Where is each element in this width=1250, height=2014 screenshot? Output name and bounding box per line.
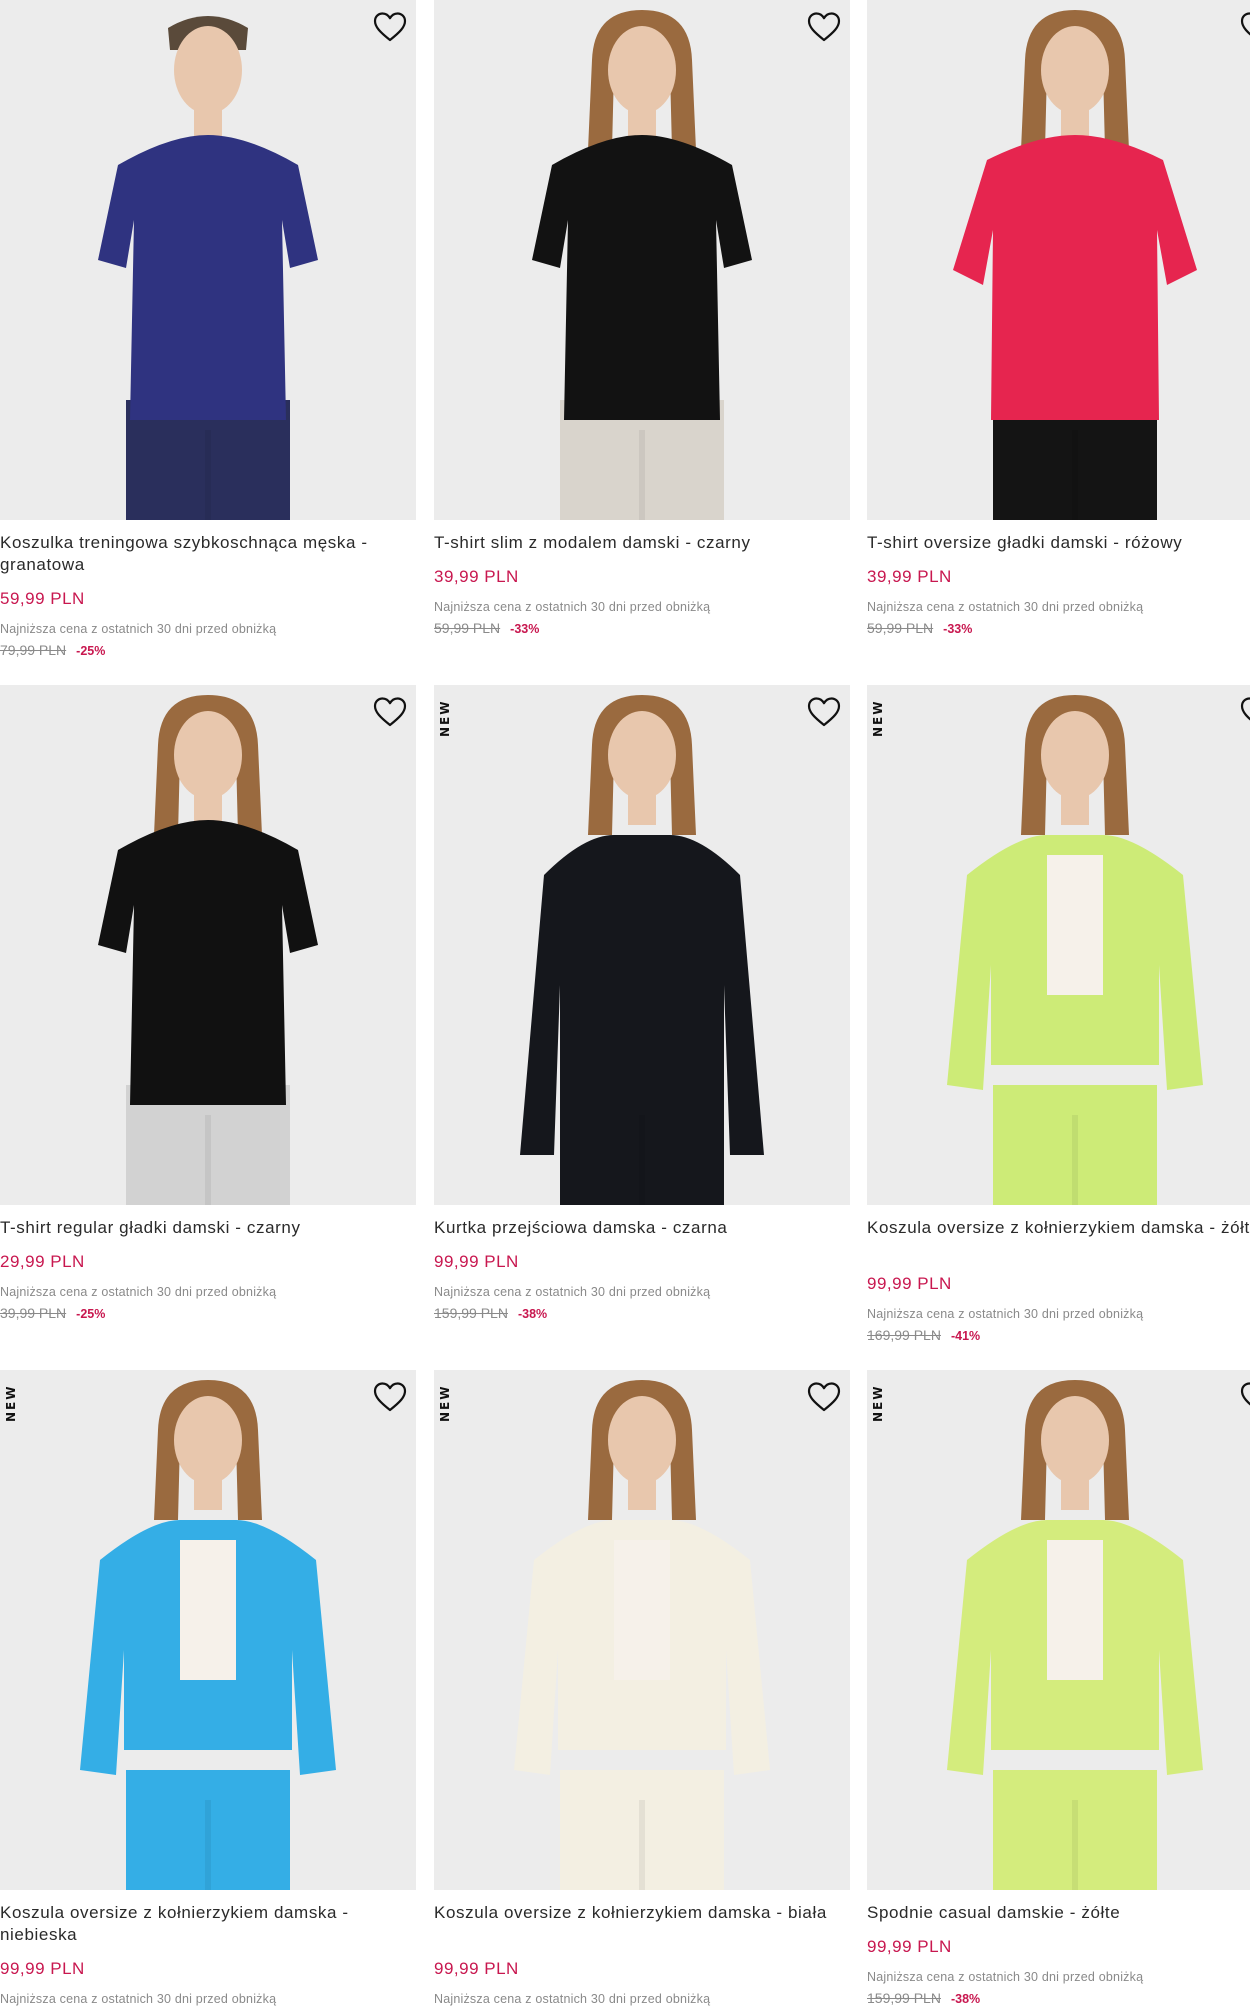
old-price-row: 59,99 PLN -33% xyxy=(434,620,539,636)
lowest-price-note: Najniższa cena z ostatnich 30 dni przed … xyxy=(0,622,277,636)
lowest-price-note: Najniższa cena z ostatnich 30 dni przed … xyxy=(867,1970,1144,1984)
lowest-price-note: Najniższa cena z ostatnich 30 dni przed … xyxy=(434,1285,711,1299)
heart-icon[interactable] xyxy=(1239,10,1250,44)
lowest-price-note: Najniższa cena z ostatnich 30 dni przed … xyxy=(867,1307,1144,1321)
product-title[interactable]: Spodnie casual damskie - żółte xyxy=(867,1902,1250,1924)
product-image[interactable]: NEW xyxy=(434,685,850,1205)
discount-badge: -25% xyxy=(76,1307,106,1321)
product-title[interactable]: T-shirt oversize gładki damski - różowy xyxy=(867,532,1250,554)
product-image[interactable]: NEW xyxy=(867,685,1250,1205)
old-price: 159,99 PLN xyxy=(867,1990,941,2006)
product-card[interactable]: NEW Spodnie casual damskie - żółte 99,99 P… xyxy=(867,1370,1250,2014)
old-price: 59,99 PLN xyxy=(867,620,934,636)
old-price-row: 59,99 PLN -33% xyxy=(867,620,972,636)
product-card[interactable]: NEW Koszula oversize z kołnierzykiem dams… xyxy=(434,1370,850,2014)
product-price: 99,99 PLN xyxy=(434,1252,519,1271)
heart-icon[interactable] xyxy=(806,10,842,44)
product-price: 29,99 PLN xyxy=(0,1252,85,1271)
product-image[interactable] xyxy=(0,0,416,520)
product-card[interactable]: T-shirt slim z modalem damski - czarny 39… xyxy=(434,0,850,685)
product-image[interactable] xyxy=(434,0,850,520)
lowest-price-note: Najniższa cena z ostatnich 30 dni przed … xyxy=(867,600,1144,614)
new-badge: NEW xyxy=(871,699,885,737)
heart-icon[interactable] xyxy=(372,1380,408,1414)
discount-badge: -38% xyxy=(950,1992,981,2006)
lowest-price-note: Najniższa cena z ostatnich 30 dni przed … xyxy=(434,1992,711,2006)
old-price-row: 159,99 PLN -38% xyxy=(434,1305,547,1321)
product-card[interactable]: Koszulka treningowa szybkoschnąca męska … xyxy=(0,0,416,685)
product-title[interactable]: Koszula oversize z kołnierzykiem damska … xyxy=(867,1217,1250,1239)
heart-icon[interactable] xyxy=(1239,695,1250,729)
product-title[interactable]: Kurtka przejściowa damska - czarna xyxy=(434,1217,844,1239)
discount-badge: -33% xyxy=(943,622,973,636)
product-price: 39,99 PLN xyxy=(434,567,519,586)
heart-icon[interactable] xyxy=(1239,1380,1250,1414)
product-title[interactable]: Koszula oversize z kołnierzykiem damska … xyxy=(0,1902,410,1946)
product-price: 99,99 PLN xyxy=(867,1274,952,1293)
discount-badge: -38% xyxy=(517,1307,548,1321)
heart-icon[interactable] xyxy=(372,10,408,44)
discount-badge: -33% xyxy=(510,622,540,636)
lowest-price-note: Najniższa cena z ostatnich 30 dni przed … xyxy=(0,1285,277,1299)
product-card[interactable]: NEW Koszula oversize z kołnierzykiem dams… xyxy=(0,1370,416,2014)
product-card[interactable]: T-shirt regular gładki damski - czarny 29… xyxy=(0,685,416,1370)
product-grid: Koszulka treningowa szybkoschnąca męska … xyxy=(0,0,1250,2014)
product-title[interactable]: T-shirt slim z modalem damski - czarny xyxy=(434,532,844,554)
discount-badge: -25% xyxy=(76,644,106,658)
heart-icon[interactable] xyxy=(806,695,842,729)
old-price: 159,99 PLN xyxy=(434,1305,508,1321)
new-badge: NEW xyxy=(871,1384,885,1422)
heart-icon[interactable] xyxy=(372,695,408,729)
product-card[interactable]: NEW Koszula oversize z kołnierzykiem dams… xyxy=(867,685,1250,1370)
product-card[interactable]: T-shirt oversize gładki damski - różowy 3… xyxy=(867,0,1250,685)
lowest-price-note: Najniższa cena z ostatnich 30 dni przed … xyxy=(0,1992,277,2006)
product-price: 59,99 PLN xyxy=(0,589,85,608)
product-title[interactable]: Koszula oversize z kołnierzykiem damska … xyxy=(434,1902,844,1924)
product-image[interactable]: NEW xyxy=(0,1370,416,1890)
new-badge: NEW xyxy=(438,1384,452,1422)
old-price-row: 79,99 PLN -25% xyxy=(0,642,105,658)
product-price: 99,99 PLN xyxy=(434,1959,519,1978)
old-price-row: 159,99 PLN -38% xyxy=(867,1990,980,2006)
product-image[interactable]: NEW xyxy=(867,1370,1250,1890)
product-image[interactable] xyxy=(0,685,416,1205)
product-image[interactable] xyxy=(867,0,1250,520)
heart-icon[interactable] xyxy=(806,1380,842,1414)
product-price: 39,99 PLN xyxy=(867,567,952,586)
old-price: 79,99 PLN xyxy=(0,642,67,658)
product-card[interactable]: NEW Kurtka przejściowa damska - czarna 99,… xyxy=(434,685,850,1370)
product-title[interactable]: Koszulka treningowa szybkoschnąca męska … xyxy=(0,532,410,576)
new-badge: NEW xyxy=(4,1384,18,1422)
product-image[interactable]: NEW xyxy=(434,1370,850,1890)
old-price-row: 39,99 PLN -25% xyxy=(0,1305,105,1321)
product-title[interactable]: T-shirt regular gładki damski - czarny xyxy=(0,1217,410,1239)
lowest-price-note: Najniższa cena z ostatnich 30 dni przed … xyxy=(434,600,711,614)
old-price: 169,99 PLN xyxy=(867,1327,941,1343)
old-price: 59,99 PLN xyxy=(434,620,501,636)
old-price: 39,99 PLN xyxy=(0,1305,67,1321)
old-price-row: 169,99 PLN -41% xyxy=(867,1327,980,1343)
discount-badge: -41% xyxy=(950,1329,981,1343)
new-badge: NEW xyxy=(438,699,452,737)
product-price: 99,99 PLN xyxy=(867,1937,952,1956)
product-price: 99,99 PLN xyxy=(0,1959,85,1978)
